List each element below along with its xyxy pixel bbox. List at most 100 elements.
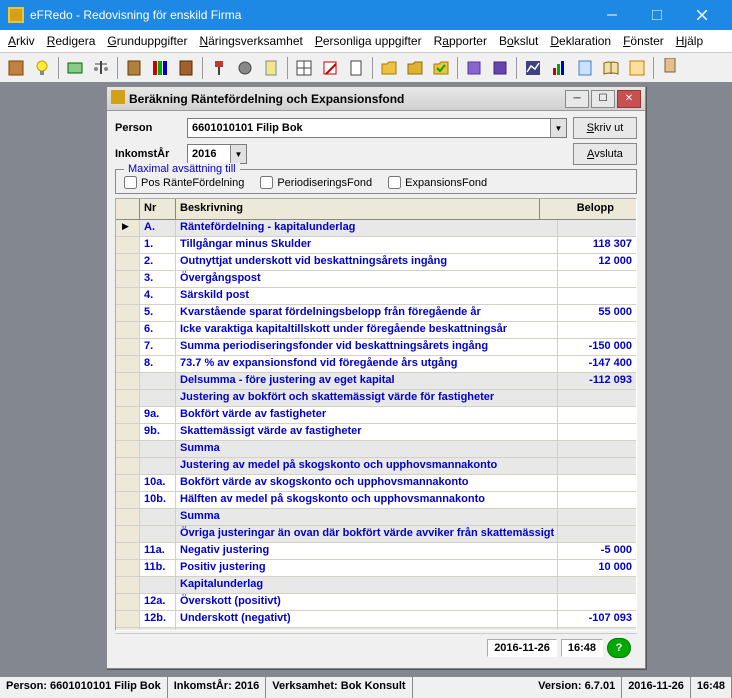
table-row[interactable]: 3.Övergångspost	[116, 271, 636, 288]
row-selector[interactable]	[116, 288, 140, 304]
tb-book-icon-2[interactable]	[174, 56, 198, 80]
row-selector[interactable]	[116, 254, 140, 270]
tb-cube-icon-2[interactable]	[488, 56, 512, 80]
tb-chart-bar-icon[interactable]	[547, 56, 571, 80]
table-row[interactable]: 11a.Negativ justering-5 000	[116, 543, 636, 560]
menu-bokslut[interactable]: Bokslut	[499, 34, 538, 48]
row-selector[interactable]	[116, 543, 140, 559]
tb-clipboard-icon[interactable]	[259, 56, 283, 80]
table-row[interactable]: Summa	[116, 509, 636, 526]
tb-doc-icon[interactable]	[344, 56, 368, 80]
row-selector[interactable]	[116, 322, 140, 338]
tb-icon-2[interactable]	[63, 56, 87, 80]
row-selector[interactable]	[116, 594, 140, 610]
table-row[interactable]: 11b.Positiv justering10 000	[116, 560, 636, 577]
minimize-button[interactable]	[589, 0, 634, 30]
tb-paint-icon[interactable]	[207, 56, 231, 80]
cb-pos-rantefordelning[interactable]: Pos RänteFördelning	[124, 176, 244, 189]
menu-personliga[interactable]: Personliga uppgifter	[315, 34, 422, 48]
tb-folder-icon-1[interactable]	[377, 56, 401, 80]
row-selector[interactable]	[116, 441, 140, 457]
menu-rapporter[interactable]: Rapporter	[434, 34, 487, 48]
table-row[interactable]: 12a.Överskott (positivt)	[116, 594, 636, 611]
tb-grid-icon[interactable]	[292, 56, 316, 80]
cb-periodiseringsfond[interactable]: PeriodiseringsFond	[260, 176, 372, 189]
row-selector[interactable]	[116, 560, 140, 576]
tb-cube-icon-1[interactable]	[462, 56, 486, 80]
row-selector[interactable]	[116, 475, 140, 491]
year-combo[interactable]: 2016 ▼	[187, 144, 247, 164]
table-row[interactable]: 10b.Hälften av medel på skogskonto och u…	[116, 492, 636, 509]
help-icon[interactable]: ?	[607, 638, 631, 658]
row-selector[interactable]	[116, 390, 140, 406]
row-selector[interactable]	[116, 271, 140, 287]
row-selector[interactable]	[116, 611, 140, 627]
tb-tools-icon[interactable]	[233, 56, 257, 80]
menu-deklaration[interactable]: Deklaration	[550, 34, 611, 48]
row-selector[interactable]	[116, 237, 140, 253]
table-row[interactable]: 7.Summa periodiseringsfonder vid beskatt…	[116, 339, 636, 356]
table-row[interactable]: 1.Tillgångar minus Skulder118 307	[116, 237, 636, 254]
col-nr[interactable]: Nr	[140, 199, 176, 219]
tb-scale-icon[interactable]	[89, 56, 113, 80]
maximize-button[interactable]	[634, 0, 679, 30]
table-row[interactable]: 9a.Bokfört värde av fastigheter	[116, 407, 636, 424]
tb-folder-check-icon[interactable]	[429, 56, 453, 80]
dialog-maximize-button[interactable]: ☐	[591, 90, 615, 108]
row-selector[interactable]	[116, 458, 140, 474]
row-selector[interactable]	[116, 492, 140, 508]
table-row[interactable]: Kapitalunderlag	[116, 577, 636, 594]
row-selector[interactable]	[116, 407, 140, 423]
tb-icon-1[interactable]	[4, 56, 28, 80]
row-selector[interactable]	[116, 577, 140, 593]
col-amount[interactable]: Belopp	[540, 199, 618, 219]
table-row[interactable]: 6.Icke varaktiga kapitaltillskott under …	[116, 322, 636, 339]
menu-hjalp[interactable]: Hjälp	[676, 34, 703, 48]
table-row[interactable]: Justering av bokfört och skattemässigt v…	[116, 390, 636, 407]
row-selector[interactable]	[116, 526, 140, 542]
dialog-minimize-button[interactable]: ─	[565, 90, 589, 108]
tb-grid2-icon[interactable]	[625, 56, 649, 80]
tb-book-icon-1[interactable]	[122, 56, 146, 80]
grid-body[interactable]: A.Räntefördelning - kapitalunderlag1.Til…	[116, 220, 636, 630]
tb-chart-line-icon[interactable]	[521, 56, 545, 80]
col-selector[interactable]	[116, 199, 140, 219]
table-row[interactable]: Justering av medel på skogskonto och upp…	[116, 458, 636, 475]
tb-lightbulb-icon[interactable]	[30, 56, 54, 80]
tb-book-open-icon[interactable]	[599, 56, 623, 80]
chevron-down-icon[interactable]: ▼	[230, 145, 246, 163]
table-row[interactable]: Övriga justeringar än ovan där bokfört v…	[116, 526, 636, 543]
close-button[interactable]	[679, 0, 724, 30]
menu-fonster[interactable]: Fönster	[623, 34, 664, 48]
tb-edit-icon[interactable]	[318, 56, 342, 80]
row-selector[interactable]	[116, 220, 140, 236]
person-combo[interactable]: 6601010101 Filip Bok ▼	[187, 118, 567, 138]
print-button[interactable]: Skriv ut	[573, 117, 637, 139]
table-row[interactable]: 5.Kvarstående sparat fördelningsbelopp f…	[116, 305, 636, 322]
table-row[interactable]: 8.73.7 % av expansionsfond vid föregåend…	[116, 356, 636, 373]
row-selector[interactable]	[116, 628, 140, 630]
table-row[interactable]: 2.Outnyttjat underskott vid beskattnings…	[116, 254, 636, 271]
table-row[interactable]: Delsumma - före justering av eget kapita…	[116, 373, 636, 390]
tb-folder-icon-2[interactable]	[403, 56, 427, 80]
chevron-down-icon[interactable]: ▼	[550, 119, 566, 137]
menu-redigera[interactable]: Redigera	[47, 34, 96, 48]
row-selector[interactable]	[116, 424, 140, 440]
tb-paper-icon[interactable]	[658, 56, 682, 80]
table-row[interactable]: 4.Särskild post	[116, 288, 636, 305]
table-row[interactable]: 10a.Bokfört värde av skogskonto och upph…	[116, 475, 636, 492]
table-row[interactable]: A.Räntefördelning - kapitalunderlag	[116, 220, 636, 237]
row-selector[interactable]	[116, 373, 140, 389]
table-row[interactable]: 9b.Skattemässigt värde av fastigheter	[116, 424, 636, 441]
tb-books-icon[interactable]	[148, 56, 172, 80]
row-selector[interactable]	[116, 305, 140, 321]
row-selector[interactable]	[116, 356, 140, 372]
menu-naringsverksamhet[interactable]: Näringsverksamhet	[199, 34, 302, 48]
tb-form-icon[interactable]	[573, 56, 597, 80]
col-description[interactable]: Beskrivning	[176, 199, 540, 219]
dialog-close-button[interactable]: ✕	[617, 90, 641, 108]
table-row[interactable]: Beräkning av fördelningsbelopp	[116, 628, 636, 630]
table-row[interactable]: Summa	[116, 441, 636, 458]
row-selector[interactable]	[116, 509, 140, 525]
menu-arkiv[interactable]: Arkiv	[8, 34, 35, 48]
